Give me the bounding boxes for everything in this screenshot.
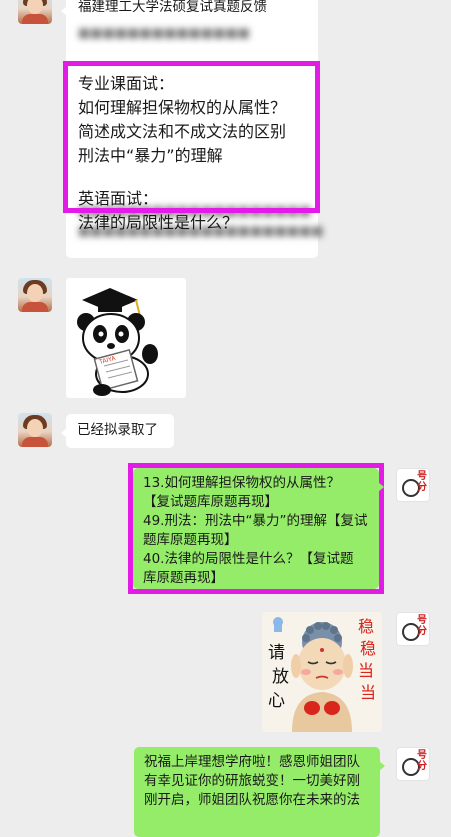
message-text: 已经拟录取了: [77, 422, 158, 438]
sticker-text: 放: [272, 667, 289, 687]
buddha-sticker[interactable]: 请 放 心 稳 稳 当 当: [262, 612, 382, 732]
self-avatar[interactable]: 号分: [396, 612, 430, 646]
avatar-body: [22, 437, 48, 447]
contact-avatar[interactable]: [18, 0, 52, 24]
sticker-text: 心: [268, 691, 285, 711]
blurred-text: ■■■■■■■■■■■■■■: [78, 26, 250, 41]
sticker-text: 当: [360, 683, 376, 702]
self-avatar[interactable]: 号分: [396, 468, 430, 502]
question-text: 简述成文法和不成文法的区别: [78, 122, 287, 141]
sticker-text: 请: [268, 643, 285, 663]
question-text: 刑法中“暴力”的理解: [78, 146, 223, 165]
avatar-face: [27, 284, 43, 302]
sticker-text: 稳: [358, 617, 374, 636]
contact-avatar[interactable]: [18, 413, 52, 447]
message-text: 刚开启，师姐团队祝愿你在未来的法: [144, 792, 360, 808]
question-text: 法律的局限性是什么？: [78, 213, 239, 232]
message-text: 有幸见证你的研旅蜕变！一切美好刚: [144, 773, 360, 789]
self-avatar[interactable]: 号分: [396, 747, 430, 781]
message-bubble-admitted[interactable]: 已经拟录取了: [61, 414, 174, 448]
message-text: 库原题再现】: [143, 570, 224, 586]
message-bubble-congratulations[interactable]: 祝福上岸理想学府啦！感恩师姐团队 有幸见证你的研旅蜕变！一切美好刚 刚开启，师姐…: [134, 747, 385, 837]
contact-avatar[interactable]: [18, 278, 52, 312]
message-text: 【复试题库原题再现】: [143, 494, 278, 510]
message-text: 13.如何理解担保物权的从属性？: [143, 475, 340, 491]
avatar-body: [22, 14, 48, 24]
avatar-face: [27, 0, 43, 14]
avatar-body: [22, 302, 48, 312]
sticker-text: 稳: [360, 639, 376, 658]
message-text: 祝福上岸理想学府啦！感恩师姐团队: [144, 754, 360, 770]
panda-graduate-icon: TAIYA: [77, 288, 158, 396]
sticker-text: 当: [358, 661, 374, 680]
highlight-box: 专业课面试： 如何理解担保物权的从属性？ 简述成文法和不成文法的区别 刑法中“暴…: [63, 61, 320, 232]
message-bubble-question-bank[interactable]: 13.如何理解担保物权的从属性？ 【复试题库原题再现】 49.刑法：刑法中“暴力…: [133, 468, 384, 589]
message-title: 福建理工大学法硕复试真题反馈: [78, 0, 267, 15]
message-text: 49.刑法：刑法中“暴力”的理解【复试: [143, 513, 368, 529]
avatar-mark: 号分: [417, 471, 427, 493]
question-text: 如何理解担保物权的从属性？: [78, 98, 287, 117]
message-text: 题库原题再现】: [143, 532, 238, 548]
avatar-mark: 号分: [417, 750, 427, 772]
message-text: 40.法律的局限性是什么？【复试题: [143, 551, 354, 567]
avatar-face: [27, 419, 43, 437]
buddha-icon: 请 放 心 稳 稳 当 当: [268, 617, 376, 732]
professional-interview-label: 专业课面试：: [78, 74, 175, 93]
avatar-mark: 号分: [417, 615, 427, 637]
panda-graduation-sticker[interactable]: TAIYA: [66, 278, 186, 398]
english-interview-label: 英语面试：: [78, 189, 159, 208]
